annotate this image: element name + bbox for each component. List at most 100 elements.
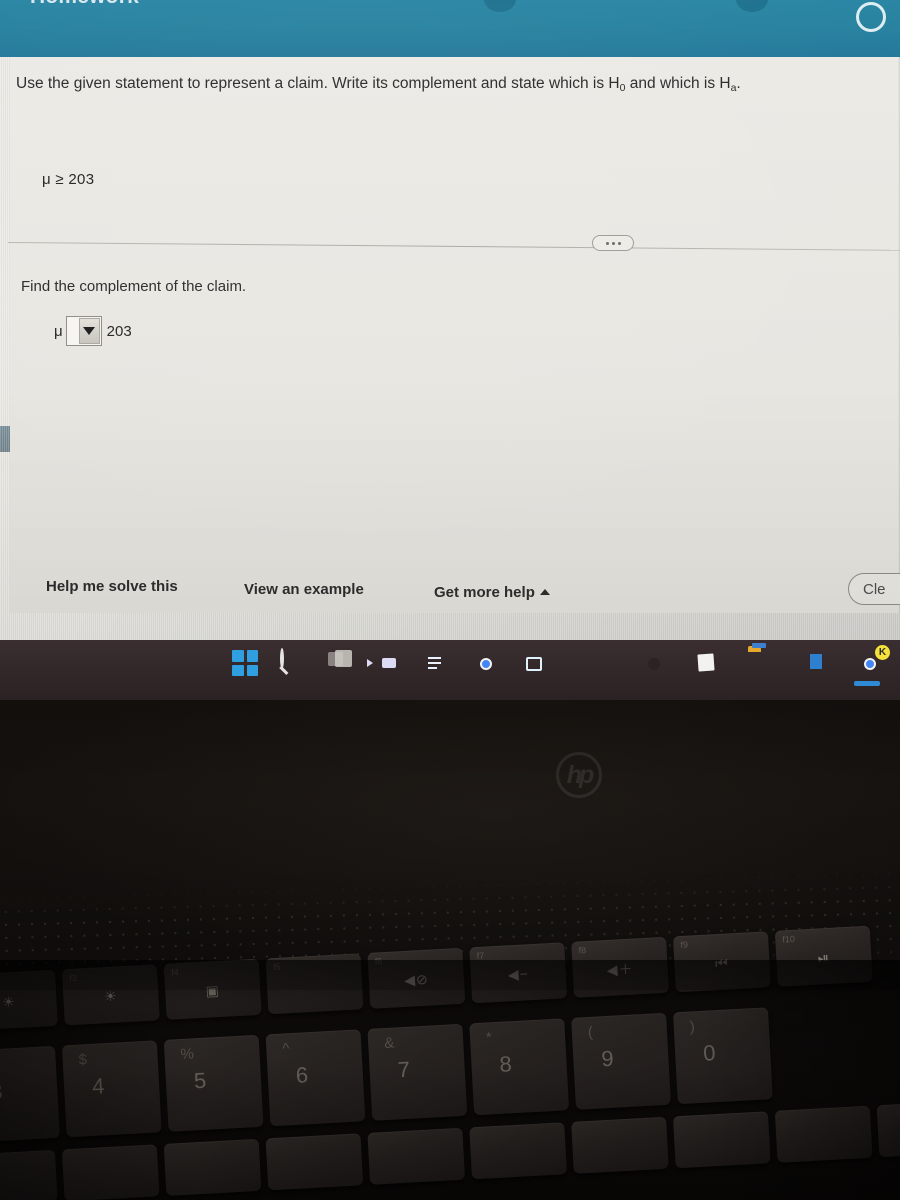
claim-statement: μ ≥ 203 xyxy=(42,171,95,188)
inequality-dropdown[interactable] xyxy=(65,316,102,346)
key-f10[interactable]: f10 ⏯ xyxy=(774,925,873,987)
key-7[interactable]: & 7 xyxy=(367,1023,468,1121)
key-0[interactable]: ) 0 xyxy=(672,1007,773,1105)
key-f7[interactable]: f7 ◀− xyxy=(469,942,568,1004)
key-8-label: 8 xyxy=(498,1051,513,1077)
folder-icon[interactable] xyxy=(748,650,778,680)
view-an-example-link[interactable]: View an example xyxy=(244,581,364,598)
key-f9[interactable]: f9 ⏮ xyxy=(672,931,771,993)
blue-app-icon[interactable] xyxy=(520,650,550,680)
window-icon[interactable] xyxy=(802,650,832,680)
hp-brand-logo: hp xyxy=(556,752,602,798)
key-f5-fn-label: f5 xyxy=(272,961,281,973)
key-6-label: 6 xyxy=(295,1062,309,1088)
play-pause-icon: ⏯ xyxy=(817,949,831,966)
letter-key[interactable] xyxy=(469,1122,567,1180)
letter-key[interactable] xyxy=(876,1100,900,1158)
chrome-icon[interactable] xyxy=(472,650,502,680)
key-6[interactable]: ^ 6 xyxy=(265,1029,366,1127)
question-prompt-period: . xyxy=(736,75,741,92)
key-f5[interactable]: f5 xyxy=(265,953,364,1015)
exercise-card: Use the given statement to represent a c… xyxy=(7,57,900,613)
part-indicator: Part 1 of 2 xyxy=(574,0,643,4)
key-f8-fn-label: f8 xyxy=(578,945,587,956)
key-3-label: 3 xyxy=(0,1078,4,1105)
profile-circle-icon[interactable] xyxy=(856,2,886,32)
windows-taskbar: K xyxy=(0,640,900,700)
answer-instruction: Find the complement of the claim. xyxy=(21,278,247,295)
key-8-shifted: * xyxy=(485,1029,493,1047)
section-divider xyxy=(7,242,900,251)
letter-key[interactable] xyxy=(774,1105,873,1163)
key-4-label: 4 xyxy=(91,1073,106,1099)
task-view-icon[interactable] xyxy=(328,650,358,680)
taskbar-right-group: K xyxy=(640,645,890,686)
key-f3-glyph: ☀ xyxy=(103,987,119,1005)
start-icon[interactable] xyxy=(232,650,262,680)
key-f2[interactable]: f2☀ xyxy=(0,969,58,1031)
key-9-label: 9 xyxy=(600,1045,615,1072)
answer-row: μ 203 xyxy=(54,316,132,346)
chrome-k-icon[interactable]: K xyxy=(854,645,890,686)
clear-all-button[interactable]: Cle xyxy=(848,573,900,605)
key-f5-glyph xyxy=(267,981,362,986)
key-7-shifted: & xyxy=(383,1034,395,1053)
question-prompt-text-b: and which is H xyxy=(625,75,731,92)
dropdown-toggle-button[interactable] xyxy=(78,318,100,344)
key-f6-fn-label: f6 xyxy=(374,956,383,967)
taskbar-center-group xyxy=(232,648,550,680)
key-4[interactable]: $4 xyxy=(61,1040,162,1138)
key-f7-fn-label: f7 xyxy=(476,950,485,962)
help-link-bar: Help me solve this View an example Get m… xyxy=(10,572,898,612)
chrome-k-badge: K xyxy=(875,645,890,660)
letter-key[interactable] xyxy=(367,1127,466,1185)
mu-symbol-label: μ xyxy=(54,322,63,340)
search-icon[interactable] xyxy=(280,648,310,680)
letter-key[interactable] xyxy=(571,1116,669,1174)
letter-key[interactable] xyxy=(265,1133,364,1191)
app-header: Homework Part 1 of 2 xyxy=(0,0,900,57)
key-5[interactable]: % 5 xyxy=(163,1034,264,1132)
letter-key[interactable] xyxy=(61,1144,160,1200)
header-decoration-dot xyxy=(484,0,516,12)
key-f9-fn-label: f9 xyxy=(680,939,689,950)
key-f2-glyph: ☀ xyxy=(1,993,17,1010)
answer-value: 203 xyxy=(106,322,132,340)
volume-up-icon: ◀＋ xyxy=(606,960,634,979)
key-7-label: 7 xyxy=(396,1056,411,1083)
key-0-label: 0 xyxy=(702,1040,717,1066)
key-9[interactable]: (9 xyxy=(571,1012,671,1110)
ellipsis-dot-icon xyxy=(617,241,621,245)
key-f6[interactable]: f6 ◀⊘ xyxy=(367,947,466,1009)
letter-key[interactable] xyxy=(0,1149,58,1200)
help-me-solve-this-link[interactable]: Help me solve this xyxy=(46,578,178,595)
letter-key[interactable] xyxy=(163,1138,262,1196)
volume-down-icon: ◀− xyxy=(507,965,530,983)
get-more-help-label: Get more help xyxy=(434,584,535,601)
docs-icon[interactable] xyxy=(424,650,454,680)
question-prompt-text-a: Use the given statement to represent a c… xyxy=(16,75,620,92)
key-f10-fn-label: f10 xyxy=(782,933,796,945)
meet-icon[interactable] xyxy=(376,650,406,680)
notepad-icon[interactable] xyxy=(694,650,724,680)
get-more-help-link[interactable]: Get more help xyxy=(434,584,550,601)
key-9-shifted: ( xyxy=(587,1023,594,1042)
key-f4-fn-label: f4 xyxy=(170,967,179,978)
loading-spinner-icon[interactable] xyxy=(640,650,670,680)
more-options-button[interactable] xyxy=(592,235,634,251)
key-f3[interactable]: f3 ☀ xyxy=(61,964,160,1026)
ellipsis-dot-icon xyxy=(611,241,615,245)
header-decoration-dot xyxy=(736,0,768,12)
letter-key[interactable] xyxy=(672,1111,771,1169)
key-f3-fn-label: f3 xyxy=(69,972,78,984)
mute-icon: ◀⊘ xyxy=(403,970,430,989)
clipped-left-mark xyxy=(0,560,10,574)
key-f8[interactable]: f8 ◀＋ xyxy=(571,936,669,998)
key-3[interactable]: #3 xyxy=(0,1045,60,1143)
key-8[interactable]: * 8 xyxy=(469,1018,570,1116)
previous-track-icon: ⏮ xyxy=(714,954,730,972)
key-5-label: 5 xyxy=(193,1067,207,1094)
chevron-down-icon xyxy=(83,327,96,335)
page-title: Homework xyxy=(30,0,139,9)
key-f4[interactable]: f4 ▣ xyxy=(163,958,262,1020)
